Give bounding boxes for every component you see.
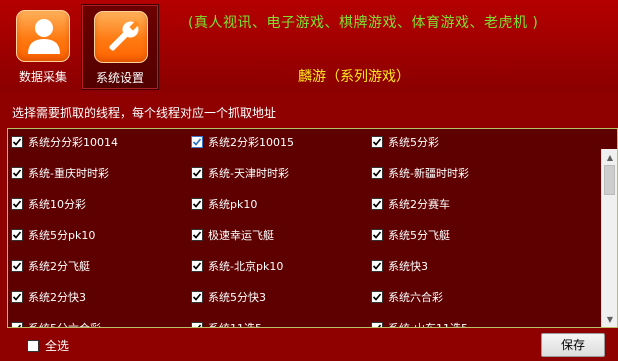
thread-label: 系统2分快3 <box>28 291 86 304</box>
brand-title: 麟游（系列游戏） <box>298 69 410 85</box>
scroll-thumb[interactable] <box>604 165 615 195</box>
instruction-text: 选择需要抓取的线程，每个线程对应一个抓取地址 <box>12 106 277 120</box>
thread-item[interactable]: 系统pk10 <box>191 194 257 214</box>
thread-label: 系统5分快3 <box>208 291 266 304</box>
checkbox-icon[interactable] <box>11 260 23 272</box>
select-all-checkbox[interactable]: 全选 <box>27 337 69 354</box>
thread-label: 系统10分彩 <box>28 198 86 211</box>
checkbox-icon[interactable] <box>371 167 383 179</box>
thread-item[interactable]: 系统11选5 <box>191 318 262 327</box>
thread-label: 系统2分彩10015 <box>208 136 294 149</box>
thread-item[interactable]: 系统-山东11选5 <box>371 318 468 327</box>
thread-item[interactable]: 系统5分六合彩 <box>11 318 101 327</box>
wrench-icon <box>94 11 148 63</box>
scroll-down-icon[interactable]: ▼ <box>602 311 617 327</box>
vertical-scrollbar[interactable]: ▲ ▼ <box>601 149 617 327</box>
checkbox-icon[interactable] <box>371 322 383 327</box>
checkbox-icon[interactable] <box>191 167 203 179</box>
checkbox-icon[interactable] <box>11 198 23 210</box>
thread-label: 系统5分彩 <box>388 136 439 149</box>
thread-item[interactable]: 系统5分pk10 <box>11 225 95 245</box>
thread-label: 系统六合彩 <box>388 291 443 304</box>
thread-item[interactable]: 系统-重庆时时彩 <box>11 163 109 183</box>
thread-label: 系统-新疆时时彩 <box>388 167 469 180</box>
checkbox-icon[interactable] <box>191 322 203 327</box>
thread-item[interactable]: 系统10分彩 <box>11 194 86 214</box>
thread-item[interactable]: 系统5分彩 <box>371 132 439 152</box>
checkbox-icon[interactable] <box>371 198 383 210</box>
thread-item[interactable]: 极速幸运飞艇 <box>191 225 274 245</box>
thread-item[interactable]: 系统分分彩10014 <box>11 132 118 152</box>
thread-label: 系统5分pk10 <box>28 229 96 242</box>
footer-bar <box>0 330 618 361</box>
thread-label: 系统5分飞艇 <box>388 229 450 242</box>
category-list: (真人视讯、电子游戏、棋牌游戏、体育游戏、老虎机 ) <box>188 15 539 31</box>
checkbox-icon[interactable] <box>191 198 203 210</box>
select-all-label: 全选 <box>45 339 70 353</box>
checkbox-icon[interactable] <box>371 260 383 272</box>
save-button[interactable]: 保存 <box>541 333 605 357</box>
thread-item[interactable]: 系统-北京pk10 <box>191 256 283 276</box>
thread-label: 系统5分六合彩 <box>28 320 101 327</box>
checkbox-icon[interactable] <box>191 260 203 272</box>
thread-label: 系统分分彩10014 <box>28 136 118 149</box>
thread-label: 系统11选5 <box>208 320 262 327</box>
thread-label: 系统-山东11选5 <box>388 320 468 327</box>
toolbar-data-collection[interactable]: 数据采集 <box>4 4 82 90</box>
checkbox-icon[interactable] <box>11 291 23 303</box>
checkbox-icon[interactable] <box>11 322 23 327</box>
checkbox-icon[interactable] <box>191 136 203 148</box>
thread-item[interactable]: 系统-新疆时时彩 <box>371 163 469 183</box>
checkbox-icon[interactable] <box>11 167 23 179</box>
thread-item[interactable]: 系统5分快3 <box>191 287 266 307</box>
thread-label: 极速幸运飞艇 <box>208 229 274 242</box>
toolbar-label: 系统设置 <box>95 71 144 85</box>
thread-label: 系统2分飞艇 <box>28 260 90 273</box>
thread-list-panel: 系统分分彩10014 系统2分彩10015 系统5分彩系统-重庆时时彩 系统-天津时时… <box>7 128 618 328</box>
checkbox-icon[interactable] <box>11 136 23 148</box>
thread-item[interactable]: 系统2分快3 <box>11 287 86 307</box>
checkbox-icon[interactable] <box>191 291 203 303</box>
thread-item[interactable]: 系统2分彩10015 <box>191 132 294 152</box>
thread-label: 系统pk10 <box>208 198 258 211</box>
thread-label: 系统快3 <box>388 260 428 273</box>
thread-item[interactable]: 系统快3 <box>371 256 428 276</box>
thread-label: 系统2分赛车 <box>388 198 450 211</box>
checkbox-icon[interactable] <box>27 339 39 352</box>
checkbox-icon[interactable] <box>371 291 383 303</box>
toolbar-system-settings[interactable]: 系统设置 <box>81 4 159 90</box>
checkbox-icon[interactable] <box>191 229 203 241</box>
checkbox-icon[interactable] <box>11 229 23 241</box>
thread-item[interactable]: 系统2分赛车 <box>371 194 450 214</box>
thread-item[interactable]: 系统2分飞艇 <box>11 256 90 276</box>
header-bar: 数据采集 系统设置 (真人视讯、电子游戏、棋牌游戏、体育游戏、老虎机 ) 麟游（… <box>0 0 618 92</box>
thread-label: 系统-天津时时彩 <box>208 167 289 180</box>
thread-label: 系统-重庆时时彩 <box>28 167 109 180</box>
scroll-up-icon[interactable]: ▲ <box>602 149 617 165</box>
toolbar-label: 数据采集 <box>18 70 67 84</box>
user-icon <box>16 10 70 62</box>
checkbox-icon[interactable] <box>371 136 383 148</box>
thread-item[interactable]: 系统-天津时时彩 <box>191 163 289 183</box>
thread-label: 系统-北京pk10 <box>208 260 284 273</box>
thread-item[interactable]: 系统5分飞艇 <box>371 225 450 245</box>
checkbox-icon[interactable] <box>371 229 383 241</box>
thread-item[interactable]: 系统六合彩 <box>371 287 443 307</box>
